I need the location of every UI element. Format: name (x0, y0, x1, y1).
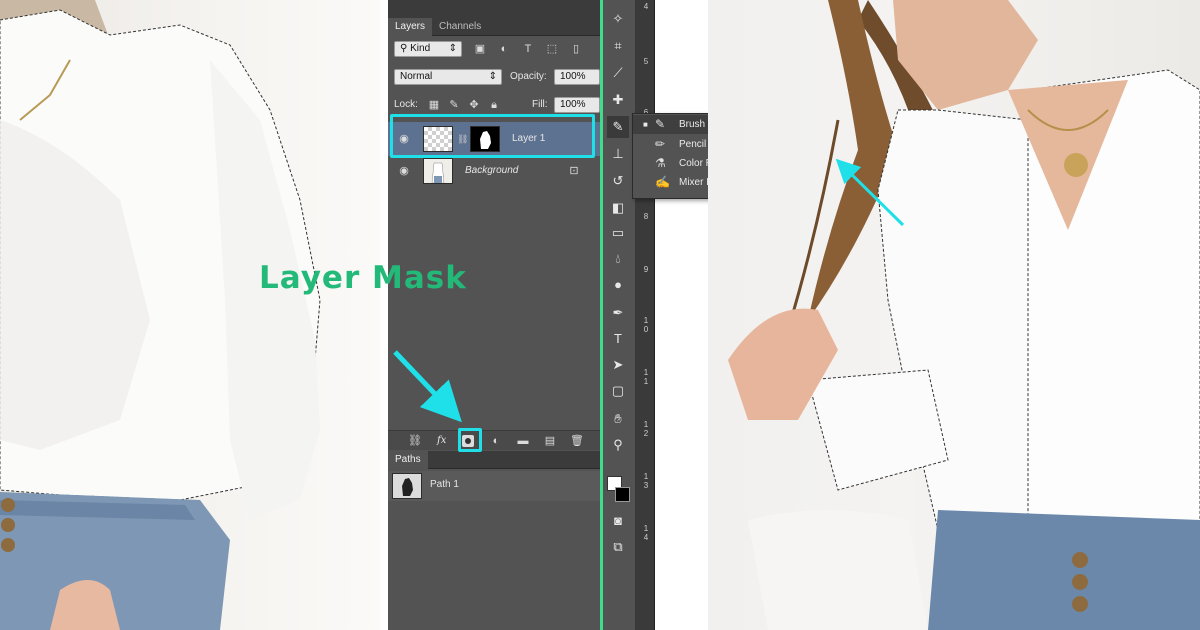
arrow-to-brush-tool (835, 158, 905, 227)
annotation-arrows (393, 158, 905, 423)
arrow-to-mask-button (393, 350, 462, 423)
